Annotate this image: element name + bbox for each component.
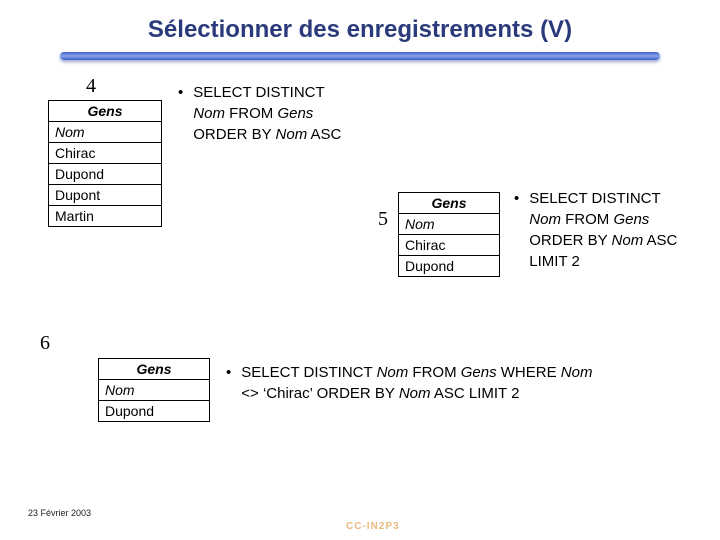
table-4-col: Nom (49, 121, 161, 143)
query-6: • SELECT DISTINCT Nom FROM Gens WHERE No… (226, 362, 686, 404)
table-row: Dupond (99, 401, 209, 421)
title-rule (60, 52, 660, 60)
table-row: Dupond (49, 164, 161, 185)
table-4: Gens Nom Chirac Dupond Dupont Martin (48, 100, 162, 227)
table-row: Dupond (399, 256, 499, 276)
query-5: • SELECT DISTINCT Nom FROM Gens ORDER BY… (514, 188, 677, 272)
table-row: Chirac (399, 235, 499, 256)
badge-5: 5 (378, 208, 388, 231)
bullet-icon: • (226, 362, 231, 383)
table-row: Martin (49, 206, 161, 226)
badge-4: 4 (86, 75, 96, 98)
bullet-icon: • (178, 82, 183, 103)
table-6-name: Gens (99, 359, 209, 379)
footer-logo: CC-IN2P3 (346, 521, 400, 532)
query-6-text: SELECT DISTINCT Nom FROM Gens WHERE Nom … (241, 362, 592, 404)
table-5-col: Nom (399, 213, 499, 235)
table-6: Gens Nom Dupond (98, 358, 210, 422)
badge-6: 6 (40, 332, 50, 355)
query-5-text: SELECT DISTINCT Nom FROM Gens ORDER BY N… (529, 188, 677, 272)
table-row: Chirac (49, 143, 161, 164)
table-5-name: Gens (399, 193, 499, 213)
query-4: • SELECT DISTINCT Nom FROM Gens ORDER BY… (178, 82, 341, 145)
page-title: Sélectionner des enregistrements (V) (0, 16, 720, 44)
table-row: Dupont (49, 185, 161, 206)
table-6-col: Nom (99, 379, 209, 401)
footer-date: 23 Février 2003 (28, 508, 91, 518)
query-4-text: SELECT DISTINCT Nom FROM Gens ORDER BY N… (193, 82, 341, 145)
table-5: Gens Nom Chirac Dupond (398, 192, 500, 277)
table-4-name: Gens (49, 101, 161, 121)
slide: Sélectionner des enregistrements (V) 4 G… (0, 0, 720, 540)
bullet-icon: • (514, 188, 519, 209)
